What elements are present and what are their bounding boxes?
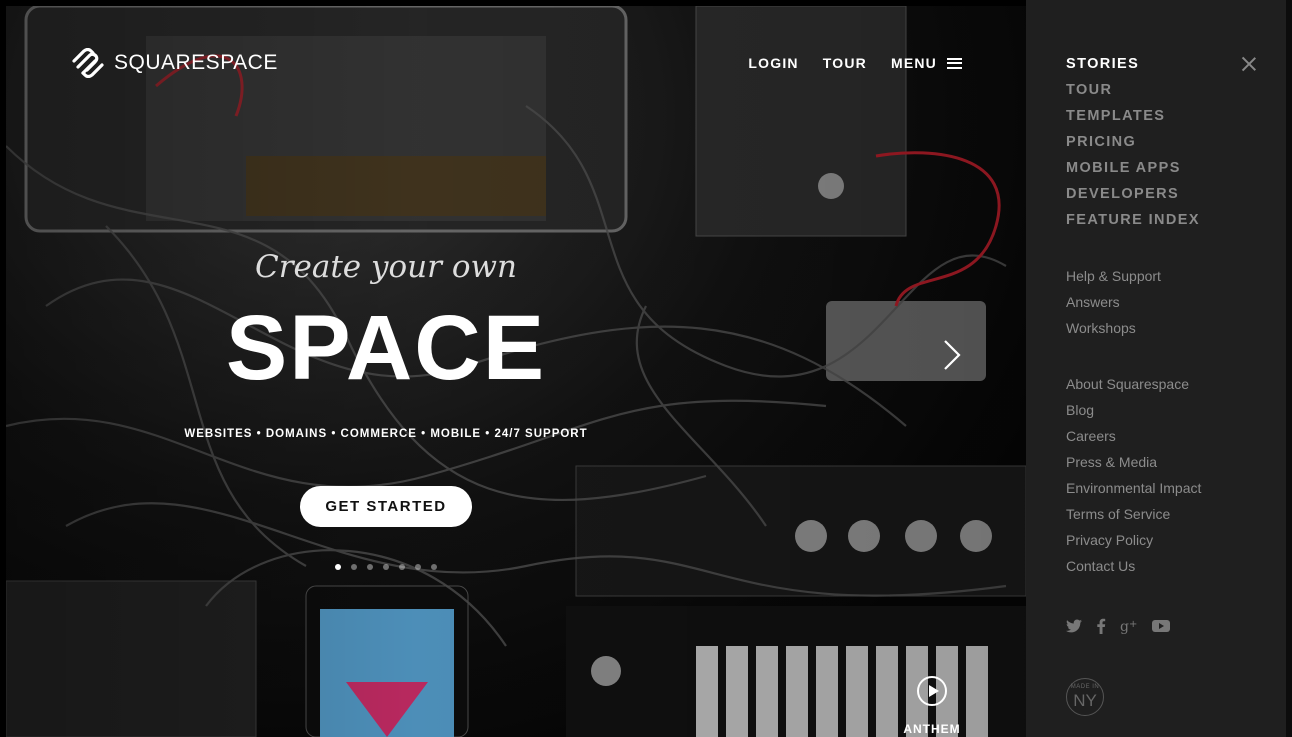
hero-section: SQUARESPACE LOGIN TOUR MENU Create your … bbox=[6, 6, 1026, 737]
side-menu-support: Help & Support Answers Workshops bbox=[1066, 268, 1161, 346]
slide-indicators bbox=[335, 564, 437, 570]
svg-text:g: g bbox=[1120, 619, 1129, 634]
slide-dot[interactable] bbox=[415, 564, 421, 570]
google-plus-icon[interactable]: g + bbox=[1120, 618, 1138, 639]
close-icon[interactable] bbox=[1241, 57, 1256, 71]
menu-label: MENU bbox=[890, 55, 937, 71]
made-in-ny-badge[interactable]: MADE IN NY bbox=[1066, 678, 1104, 716]
badge-small-text: MADE IN bbox=[1070, 684, 1100, 690]
youtube-icon[interactable] bbox=[1152, 619, 1170, 638]
side-menu-link-answers[interactable]: Answers bbox=[1066, 294, 1161, 320]
side-menu-link-privacy-policy[interactable]: Privacy Policy bbox=[1066, 532, 1201, 558]
menu-button[interactable]: MENU bbox=[891, 55, 962, 71]
side-menu-primary: STORIES TOUR TEMPLATES PRICING MOBILE APPS DE… bbox=[1066, 56, 1200, 238]
side-menu-item-templates[interactable]: TEMPLATES bbox=[1066, 108, 1200, 134]
side-menu-item-tour[interactable]: TOUR bbox=[1066, 82, 1200, 108]
side-menu-link-terms-of-service[interactable]: Terms of Service bbox=[1066, 506, 1201, 532]
hamburger-icon bbox=[947, 57, 962, 69]
badge-ny-text: NY bbox=[1073, 691, 1097, 710]
social-links: g + bbox=[1066, 618, 1170, 639]
get-started-button[interactable]: GET STARTED bbox=[300, 486, 472, 527]
anthem-video-link[interactable]: ANTHEM bbox=[898, 676, 966, 736]
hero-tagline-big: SPACE bbox=[225, 297, 547, 399]
side-menu-link-careers[interactable]: Careers bbox=[1066, 428, 1201, 454]
side-menu-link-blog[interactable]: Blog bbox=[1066, 402, 1201, 428]
anthem-label: ANTHEM bbox=[903, 722, 961, 736]
slide-dot[interactable] bbox=[431, 564, 437, 570]
play-icon[interactable] bbox=[917, 676, 947, 706]
twitter-icon[interactable] bbox=[1066, 619, 1082, 638]
side-menu-item-pricing[interactable]: PRICING bbox=[1066, 134, 1200, 160]
side-menu-link-workshops[interactable]: Workshops bbox=[1066, 320, 1161, 346]
slide-dot[interactable] bbox=[399, 564, 405, 570]
side-menu-link-help-support[interactable]: Help & Support bbox=[1066, 268, 1161, 294]
side-menu-link-press-media[interactable]: Press & Media bbox=[1066, 454, 1201, 480]
slide-dot[interactable] bbox=[335, 564, 341, 570]
svg-text:+: + bbox=[1129, 619, 1137, 630]
squarespace-logo-icon bbox=[72, 48, 104, 78]
side-menu-company: About Squarespace Blog Careers Press & Medi… bbox=[1066, 376, 1201, 584]
slide-dot[interactable] bbox=[351, 564, 357, 570]
side-menu-link-environmental-impact[interactable]: Environmental Impact bbox=[1066, 480, 1201, 506]
top-navigation: LOGIN TOUR MENU bbox=[748, 55, 962, 71]
slide-dot[interactable] bbox=[383, 564, 389, 570]
hero-tagline-small: Create your own bbox=[254, 249, 517, 285]
side-menu-item-stories[interactable]: STORIES bbox=[1066, 56, 1200, 82]
facebook-icon[interactable] bbox=[1096, 618, 1106, 639]
brand-name: SQUARESPACE bbox=[114, 51, 278, 74]
chevron-right-icon[interactable] bbox=[940, 339, 964, 371]
side-menu-item-feature-index[interactable]: FEATURE INDEX bbox=[1066, 212, 1200, 238]
login-link[interactable]: LOGIN bbox=[748, 55, 798, 71]
brand-logo[interactable]: SQUARESPACE bbox=[70, 48, 278, 78]
side-menu-item-mobile-apps[interactable]: MOBILE APPS bbox=[1066, 160, 1200, 186]
slide-dot[interactable] bbox=[367, 564, 373, 570]
side-menu-link-contact-us[interactable]: Contact Us bbox=[1066, 558, 1201, 584]
side-menu-edge bbox=[1286, 0, 1292, 737]
tour-link[interactable]: TOUR bbox=[823, 55, 867, 71]
side-menu-item-developers[interactable]: DEVELOPERS bbox=[1066, 186, 1200, 212]
side-menu-link-about-squarespace[interactable]: About Squarespace bbox=[1066, 376, 1201, 402]
hero-services-list: WEBSITES • DOMAINS • COMMERCE • MOBILE •… bbox=[184, 428, 588, 440]
